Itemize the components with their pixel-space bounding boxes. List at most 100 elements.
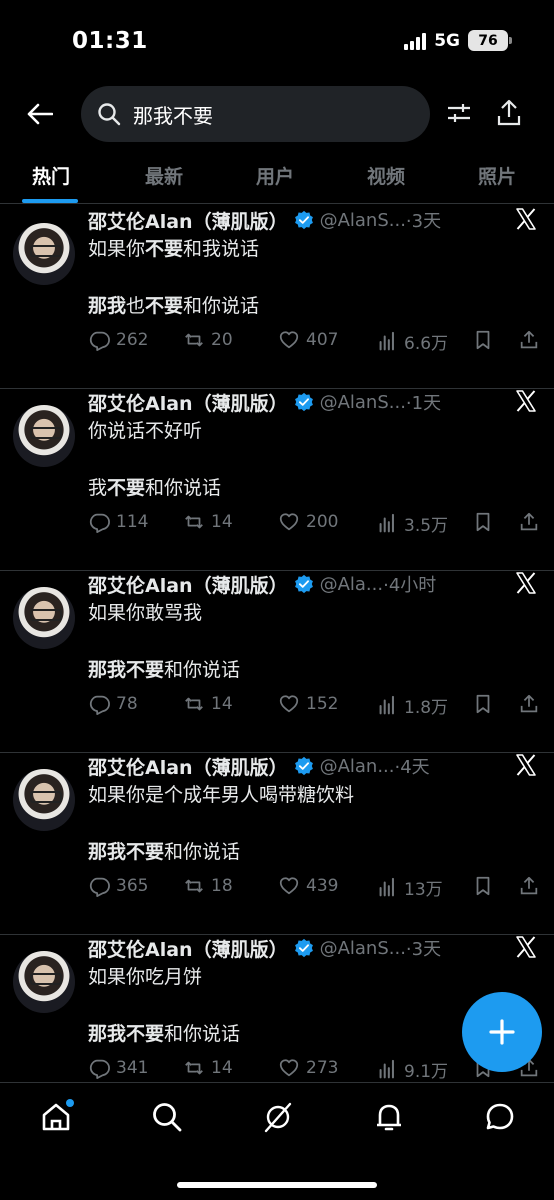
bookmark-button[interactable] (472, 329, 494, 351)
like-button[interactable]: 407 (278, 329, 338, 351)
views-button[interactable]: 6.6万 (376, 329, 448, 354)
bottom-navigation (0, 1082, 554, 1200)
tweet[interactable]: 邵艾伦Alan（薄肌版） @AlanS... ·1天 你说话不好听 我不要和你说… (0, 389, 554, 571)
home-indicator (177, 1182, 377, 1188)
like-button[interactable]: 200 (278, 511, 338, 533)
views-count: 9.1万 (404, 1062, 449, 1082)
nav-grok[interactable] (262, 1101, 294, 1133)
reply-button[interactable]: 341 (88, 1057, 148, 1079)
tweet-text-line: 那我也不要和你说话 (88, 291, 259, 318)
views-icon (379, 877, 394, 896)
bookmark-icon (476, 512, 490, 532)
network-type: 5G (434, 30, 460, 51)
tweet-text-segment: 如果你是个成年男人喝带糖饮料 (88, 784, 355, 806)
retweet-button[interactable]: 14 (183, 511, 233, 533)
retweet-button[interactable]: 14 (183, 693, 233, 715)
views-button[interactable]: 1.8万 (376, 693, 448, 718)
nav-notifications[interactable] (373, 1101, 405, 1133)
like-button[interactable]: 152 (278, 693, 338, 715)
reply-button[interactable]: 365 (88, 875, 148, 897)
views-count: 6.6万 (404, 334, 449, 354)
views-button[interactable]: 9.1万 (376, 1057, 448, 1082)
display-name[interactable]: 邵艾伦Alan（薄肌版） (88, 207, 288, 234)
reply-button[interactable]: 114 (88, 511, 148, 533)
search-query: 那我不要 (133, 103, 213, 128)
reply-icon (89, 513, 110, 533)
bookmark-button[interactable] (472, 511, 494, 533)
retweet-count: 14 (211, 512, 233, 532)
display-name[interactable]: 邵艾伦Alan（薄肌版） (88, 935, 288, 962)
views-button[interactable]: 3.5万 (376, 511, 448, 536)
display-name[interactable]: 邵艾伦Alan（薄肌版） (88, 753, 288, 780)
handle: @Alan... (319, 755, 395, 777)
tab-videos[interactable]: 视频 (367, 162, 405, 189)
share-button[interactable] (518, 875, 540, 897)
share-icon (497, 99, 521, 126)
verified-badge-icon (294, 938, 313, 958)
retweet-button[interactable]: 14 (183, 1057, 233, 1079)
avatar[interactable] (13, 405, 75, 467)
like-count: 439 (306, 876, 339, 896)
share-button[interactable] (518, 511, 540, 533)
reply-count: 341 (116, 1058, 149, 1078)
share-search-button[interactable] (494, 98, 524, 128)
retweet-button[interactable]: 20 (183, 329, 233, 351)
tweet-author-row: 邵艾伦Alan（薄肌版） @Ala... ·4小时 (88, 571, 468, 597)
chat-bubble-icon (486, 1103, 514, 1130)
nav-messages[interactable] (484, 1101, 516, 1133)
filter-button[interactable] (444, 98, 474, 128)
nav-search[interactable] (151, 1101, 183, 1133)
tweet-author-row: 邵艾伦Alan（薄肌版） @Alan... ·4天 (88, 753, 468, 779)
display-name[interactable]: 邵艾伦Alan（薄肌版） (88, 571, 288, 598)
active-tab-indicator (22, 199, 78, 203)
share-button[interactable] (518, 693, 540, 715)
like-icon (279, 877, 299, 895)
like-button[interactable]: 273 (278, 1057, 338, 1079)
tweet[interactable]: 邵艾伦Alan（薄肌版） @Alan... ·4天 如果你是个成年男人喝带糖饮料… (0, 753, 554, 935)
views-button[interactable]: 13万 (376, 875, 443, 900)
tab-photos[interactable]: 照片 (478, 162, 516, 189)
retweet-icon (185, 333, 203, 347)
reply-button[interactable]: 262 (88, 329, 148, 351)
share-button[interactable] (518, 329, 540, 351)
tweet-actions: 78 14 152 1.8万 (88, 693, 542, 719)
like-count: 273 (306, 1058, 339, 1078)
retweet-icon (185, 697, 203, 711)
arrow-left-icon (27, 103, 53, 125)
tweet[interactable]: 邵艾伦Alan（薄肌版） @AlanS... ·3天 如果你不要和我说话 那我也… (0, 207, 554, 389)
reply-icon (89, 1059, 110, 1079)
tweet-text-line: 如果你吃月饼 (88, 962, 202, 989)
tweet-text-segment: 那我不要 (88, 1023, 165, 1045)
tab-latest[interactable]: 最新 (145, 162, 183, 189)
tweet-text-line: 我不要和你说话 (88, 473, 221, 500)
tweet[interactable]: 邵艾伦Alan（薄肌版） @Ala... ·4小时 如果你敢骂我 那我不要和你说… (0, 571, 554, 753)
tweet-text-line: 那我不要和你说话 (88, 837, 240, 864)
signal-icon (404, 32, 427, 50)
search-input[interactable]: 那我不要 (81, 86, 430, 142)
avatar[interactable] (13, 769, 75, 831)
bookmark-button[interactable] (472, 693, 494, 715)
display-name[interactable]: 邵艾伦Alan（薄肌版） (88, 389, 288, 416)
back-button[interactable] (22, 96, 58, 132)
verified-badge-icon (294, 574, 313, 594)
tweet-text-segment: 和你说话 (164, 841, 241, 863)
bookmark-button[interactable] (472, 875, 494, 897)
avatar[interactable] (13, 223, 75, 285)
like-icon (279, 513, 299, 531)
compose-button[interactable] (462, 992, 542, 1072)
avatar[interactable] (13, 587, 75, 649)
handle: @Ala... (319, 573, 384, 595)
timestamp: ·3天 (405, 939, 442, 960)
reply-button[interactable]: 78 (88, 693, 138, 715)
nav-home[interactable] (40, 1099, 74, 1133)
timestamp: ·1天 (405, 393, 442, 414)
tab-people[interactable]: 用户 (256, 162, 294, 189)
like-button[interactable]: 439 (278, 875, 338, 897)
retweet-icon (185, 879, 203, 893)
tweet-text-line: 如果你不要和我说话 (88, 234, 259, 261)
avatar[interactable] (13, 951, 75, 1013)
retweet-button[interactable]: 18 (183, 875, 233, 897)
like-count: 200 (306, 512, 339, 532)
tab-top[interactable]: 热门 (32, 162, 70, 189)
views-count: 1.8万 (404, 698, 449, 718)
